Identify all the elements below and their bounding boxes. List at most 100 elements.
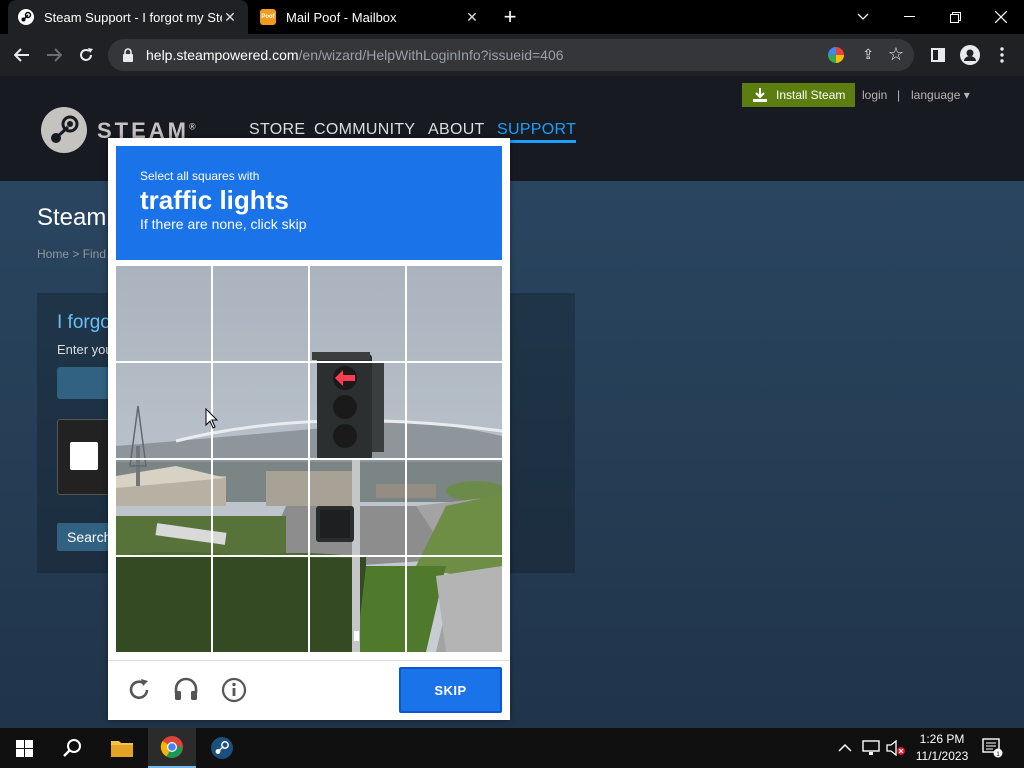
clock-date: 11/1/2023: [915, 749, 969, 763]
prompt-hint: If there are none, click skip: [140, 216, 307, 232]
profile-avatar-icon[interactable]: [956, 41, 984, 69]
captcha-tile[interactable]: [213, 460, 308, 555]
captcha-tile-image: [213, 557, 308, 652]
forgot-instructions: Enter you: [57, 342, 113, 357]
tab-close-icon[interactable]: ✕: [222, 9, 238, 26]
captcha-tile-image: [213, 460, 308, 555]
forgot-title: I forgo: [57, 312, 111, 333]
login-link[interactable]: login: [862, 88, 887, 102]
side-panel-icon[interactable]: [924, 41, 952, 69]
clock-time: 1:26 PM: [919, 732, 965, 746]
captcha-tile-image: [213, 363, 308, 458]
prompt-instruction: Select all squares with: [140, 169, 260, 183]
install-steam-button[interactable]: Install Steam: [742, 83, 856, 107]
tab-steam-support[interactable]: Steam Support - I forgot my Ste ✕: [8, 0, 248, 34]
captcha-tile-image: [310, 363, 405, 458]
minimize-icon[interactable]: [886, 0, 932, 34]
file-explorer-icon[interactable]: [98, 728, 146, 768]
taskbar-clock[interactable]: 1:26 PM 11/1/2023: [912, 731, 972, 765]
captcha-tile[interactable]: [116, 557, 211, 652]
install-steam-label: Install Steam: [776, 88, 846, 102]
windows-start-icon[interactable]: [0, 728, 48, 768]
windows-taskbar: 1:26 PM 11/1/2023 1: [0, 728, 1024, 768]
captcha-tile[interactable]: [310, 363, 405, 458]
audio-challenge-icon[interactable]: [171, 675, 201, 705]
lock-icon[interactable]: [122, 48, 134, 62]
captcha-tile-image: [116, 557, 211, 652]
browser-tabstrip: Steam Support - I forgot my Ste ✕ Poof M…: [0, 0, 1024, 34]
captcha-prompt: Select all squares with traffic lights I…: [116, 146, 502, 260]
captcha-image-grid: [116, 266, 502, 652]
captcha-tile[interactable]: [310, 266, 405, 361]
steam-logo-icon[interactable]: [41, 107, 87, 153]
captcha-tile-image: [310, 266, 405, 361]
captcha-tile[interactable]: [310, 557, 405, 652]
captcha-tile-image: [407, 363, 502, 458]
close-window-icon[interactable]: [978, 0, 1024, 34]
tab-search-icon[interactable]: [840, 0, 886, 34]
tab-title: Mail Poof - Mailbox: [286, 9, 397, 25]
nav-about[interactable]: ABOUT: [428, 121, 485, 139]
download-icon: [753, 88, 767, 102]
search-icon[interactable]: [48, 728, 96, 768]
network-icon[interactable]: [862, 728, 880, 768]
language-dropdown[interactable]: language ▾: [911, 88, 970, 102]
tray-overflow-icon[interactable]: [838, 728, 852, 768]
captcha-tile-image: [213, 266, 308, 361]
captcha-tile[interactable]: [407, 363, 502, 458]
recaptcha-checkbox[interactable]: [70, 442, 98, 470]
captcha-footer: SKIP: [108, 660, 510, 720]
notifications-icon[interactable]: 1: [982, 728, 1004, 768]
captcha-tile[interactable]: [213, 266, 308, 361]
captcha-dialog: Select all squares with traffic lights I…: [108, 138, 510, 720]
breadcrumb[interactable]: Home > Find: [37, 247, 106, 261]
bookmark-star-icon[interactable]: ☆: [888, 44, 904, 65]
captcha-tile[interactable]: [407, 557, 502, 652]
captcha-tile-image: [407, 266, 502, 361]
captcha-tile-image: [407, 460, 502, 555]
captcha-tile[interactable]: [116, 266, 211, 361]
header-separator: |: [897, 88, 901, 102]
menu-kebab-icon[interactable]: [988, 41, 1016, 69]
restore-icon[interactable]: [932, 0, 978, 34]
page-title: Steam: [37, 204, 107, 231]
tab-close-icon[interactable]: ✕: [464, 9, 480, 26]
prompt-target: traffic lights: [140, 185, 289, 215]
nav-community[interactable]: COMMUNITY: [314, 121, 415, 139]
steam-favicon-icon: [18, 9, 34, 25]
captcha-tile[interactable]: [213, 363, 308, 458]
info-icon[interactable]: [219, 675, 249, 705]
back-arrow-icon[interactable]: [8, 41, 36, 69]
new-tab-button[interactable]: +: [498, 4, 522, 30]
captcha-tile-image: [116, 363, 211, 458]
steam-app-icon[interactable]: [198, 728, 246, 768]
browser-toolbar: help.steampowered.com/en/wizard/HelpWith…: [0, 34, 1024, 76]
captcha-tile[interactable]: [116, 363, 211, 458]
tab-title: Steam Support - I forgot my Ste: [44, 9, 222, 25]
captcha-tile[interactable]: [407, 460, 502, 555]
reload-icon[interactable]: [72, 41, 100, 69]
reload-challenge-icon[interactable]: [124, 675, 154, 705]
url-host: help.steampowered.com: [146, 47, 299, 63]
chrome-icon[interactable]: [148, 728, 196, 768]
skip-button[interactable]: SKIP: [399, 667, 502, 713]
captcha-tile-image: [407, 557, 502, 652]
captcha-tile[interactable]: [407, 266, 502, 361]
tab-mail-poof[interactable]: Poof Mail Poof - Mailbox ✕: [250, 0, 490, 34]
address-bar[interactable]: help.steampowered.com/en/wizard/HelpWith…: [108, 39, 914, 71]
captcha-tile[interactable]: [116, 460, 211, 555]
forward-arrow-icon[interactable]: [40, 41, 68, 69]
mailpoof-favicon-icon: Poof: [260, 9, 276, 25]
share-icon[interactable]: ⇪: [862, 46, 874, 63]
captcha-tile[interactable]: [310, 460, 405, 555]
google-icon[interactable]: [828, 47, 844, 63]
captcha-tile[interactable]: [213, 557, 308, 652]
captcha-tile-image: [116, 460, 211, 555]
captcha-tile-image: [310, 460, 405, 555]
nav-store[interactable]: STORE: [249, 121, 305, 139]
captcha-tile-image: [310, 557, 405, 652]
captcha-tile-image: [116, 266, 211, 361]
mouse-cursor-icon: [205, 408, 219, 429]
volume-muted-icon[interactable]: [886, 728, 906, 768]
url-path: /en/wizard/HelpWithLoginInfo?issueid=406: [298, 47, 564, 63]
